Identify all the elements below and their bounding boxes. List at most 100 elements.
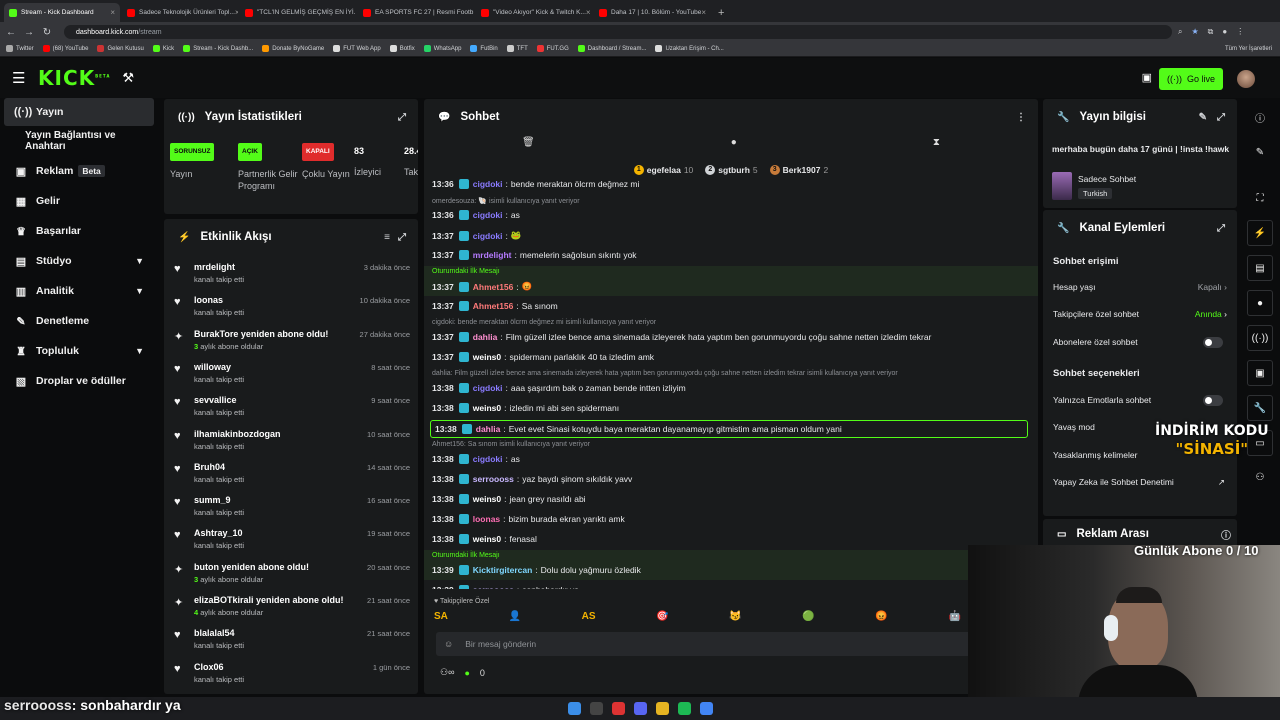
chevron-down-icon[interactable]: ▼	[135, 256, 144, 266]
top-gifter[interactable]: 1 egefelaa 10	[633, 163, 693, 177]
sidebar-item[interactable]: ((·)) Yayın	[4, 98, 154, 126]
chevron-down-icon[interactable]: ▼	[135, 286, 144, 296]
message-user[interactable]: dahlia	[476, 424, 501, 434]
message-user[interactable]: serroooss	[473, 585, 514, 589]
chat-message[interactable]: 13:38 weins0: izledin mi abi sen spiderman…	[432, 403, 619, 413]
filter-icon[interactable]: ≡	[384, 232, 390, 243]
chat-message[interactable]: 13:36 cigdoki: as	[432, 210, 520, 220]
bookmark[interactable]: FUT Web App	[333, 45, 381, 53]
bookmark[interactable]: Dashboard / Stream...	[577, 45, 646, 53]
sidebar-item[interactable]: ▣ Reklam Beta	[0, 156, 158, 186]
app-icon[interactable]	[611, 702, 625, 715]
bookmark[interactable]: TFT	[506, 45, 528, 53]
bookmark[interactable]: Donate ByNoGame	[262, 45, 324, 53]
extensions-icon[interactable]: ⧉	[1208, 27, 1214, 37]
chat-message[interactable]: 13:38 weins0: jean grey nasıldı abi	[432, 494, 586, 504]
windows-start-icon[interactable]	[567, 702, 581, 715]
bookmark[interactable]: Twitter	[6, 45, 34, 53]
zoom-icon[interactable]: ⌕	[1178, 27, 1182, 37]
chat-message[interactable]: 13:37 Ahmet156: 😡	[432, 281, 532, 292]
pencil-icon[interactable]: ✎	[1247, 139, 1273, 165]
bookmark[interactable]: Uzaktan Erişim - Ch...	[655, 45, 724, 53]
browser-tab[interactable]: Sadece Teknolojik Ürünleri Topl... ×	[122, 3, 238, 22]
close-icon[interactable]: ×	[586, 8, 591, 17]
account-age-setting[interactable]: Kapalı ›	[1198, 282, 1227, 292]
emote[interactable]: 🎯	[656, 611, 668, 627]
browser-tab[interactable]: Stream - Kick Dashboard ×	[4, 3, 120, 22]
go-live-button[interactable]: ((·)) Go live	[1158, 68, 1223, 90]
bookmark[interactable]: Stream - Kick Dashb...	[183, 45, 253, 53]
top-gifter[interactable]: 3 Berk1907 2	[769, 163, 828, 177]
info-icon[interactable]: ⓘ	[1247, 104, 1273, 130]
spotify-icon[interactable]	[677, 702, 691, 715]
message-user[interactable]: weins0	[473, 494, 501, 504]
document-icon[interactable]: ▤	[1247, 255, 1273, 281]
back-icon[interactable]: ←	[4, 27, 18, 38]
sidebar-item[interactable]: ▥ Analitik ▼	[0, 276, 158, 306]
lightning-icon[interactable]: ⚡	[1247, 220, 1273, 246]
bookmark[interactable]: Kick	[152, 45, 174, 53]
chrome-icon[interactable]	[699, 702, 713, 715]
external-link-icon[interactable]: ↗	[1218, 477, 1225, 488]
sidebar-item[interactable]: ▦ Gelir	[0, 186, 158, 216]
browser-tab[interactable]: Daha 17 | 10. Bölüm - YouTube ×	[594, 3, 710, 22]
broadcast-icon[interactable]: ((·))	[1247, 325, 1273, 351]
message-user[interactable]: Ahmet156	[473, 282, 514, 292]
kick-logo[interactable]: KICKBETA	[38, 66, 110, 90]
chat-message[interactable]: 13:39 serroooss:sonbahardır ya	[432, 585, 579, 589]
emote[interactable]: SA	[434, 611, 448, 627]
message-user[interactable]: mrdelight	[473, 250, 512, 260]
chat-message[interactable]: 13:38 cigdoki: aaa şaşırdım bak o zaman be…	[432, 383, 686, 393]
message-user[interactable]: weins0	[473, 534, 501, 544]
fullscreen-icon[interactable]: ⛶	[1247, 185, 1273, 211]
chat-message[interactable]: 13:38 dahlia: Evet evet Sinasi kotuydu bay…	[430, 420, 1028, 438]
folder-icon[interactable]	[655, 702, 669, 715]
address-bar[interactable]: dashboard.kick.com/stream	[64, 25, 1172, 39]
message-user[interactable]: cigdoki	[473, 179, 503, 189]
forward-icon[interactable]: →	[22, 27, 36, 38]
sidebar-item[interactable]: ▧ Droplar ve ödüller	[0, 366, 158, 396]
message-user[interactable]: weins0	[473, 403, 501, 413]
chat-message[interactable]: 13:38 loonas: bizim burada ekran yarıktı a…	[432, 514, 625, 524]
slow-mode-label[interactable]: Yavaş mod	[1053, 422, 1095, 432]
top-gifter[interactable]: 2 sgtburh 5	[705, 163, 758, 177]
star-icon[interactable]: ★	[1191, 27, 1198, 37]
hammer-icon[interactable]: ⚒	[122, 70, 134, 86]
message-user[interactable]: Kicktirgitercan	[473, 565, 533, 575]
bus-icon[interactable]: ▣	[1247, 360, 1273, 386]
sidebar-item[interactable]: ▤ Stüdyo ▼	[0, 246, 158, 276]
discord-icon[interactable]	[633, 702, 647, 715]
bookmark[interactable]: FutBin	[470, 45, 498, 53]
message-user[interactable]: cigdoki	[473, 231, 503, 241]
close-icon[interactable]: ×	[110, 8, 115, 17]
banned-words-label[interactable]: Yasaklanmış kelimeler	[1053, 450, 1137, 460]
chat-message[interactable]: 13:37 mrdelight: memelerin sağolsun sıkınt…	[432, 250, 637, 260]
new-tab-icon[interactable]: +	[718, 7, 724, 19]
emote-only-toggle[interactable]	[1203, 395, 1223, 406]
message-user[interactable]: serroooss	[473, 474, 514, 484]
reload-icon[interactable]: ↻	[40, 27, 54, 38]
emote[interactable]: AS	[582, 611, 596, 627]
emote[interactable]: 🤖	[948, 611, 960, 627]
chat-message[interactable]: 13:38 cigdoki: as	[432, 454, 520, 464]
search-icon[interactable]	[589, 702, 603, 715]
chat-message[interactable]: 13:38 serroooss: yaz baydı şinom sıkıldık …	[432, 474, 632, 484]
emote[interactable]: 😼	[729, 611, 741, 627]
sidebar-item[interactable]: ♜ Topluluk ▼	[0, 336, 158, 366]
browser-tab[interactable]: "TCL'IN GELMİŞ GEÇMİŞ EN İYİ...×	[240, 3, 356, 22]
emote[interactable]: 👤	[509, 611, 521, 627]
chat-message[interactable]: 13:37 weins0: spidermanı parlaklık 40 ta i…	[432, 352, 654, 362]
bookmark[interactable]: (68) YouTube	[42, 45, 88, 53]
chat-message[interactable]: 13:36 cigdoki: bende meraktan ölcrm değmez…	[432, 179, 639, 189]
hamburger-menu-icon[interactable]: ☰	[12, 69, 26, 87]
message-user[interactable]: loonas	[473, 514, 500, 524]
users-icon[interactable]: ⚇∞	[440, 667, 454, 678]
sidebar-item[interactable]: ✎ Denetleme	[0, 306, 158, 336]
message-user[interactable]: cigdoki	[473, 383, 503, 393]
bookmark[interactable]: Botfix	[389, 45, 415, 53]
menu-icon[interactable]: ⋮	[1236, 27, 1244, 37]
close-icon[interactable]: ×	[701, 8, 706, 17]
chat-message[interactable]: 13:37 cigdoki: 🐸	[432, 230, 521, 241]
emote[interactable]: 🟢	[802, 611, 814, 627]
category-name[interactable]: Sadece Sohbet	[1078, 174, 1136, 184]
